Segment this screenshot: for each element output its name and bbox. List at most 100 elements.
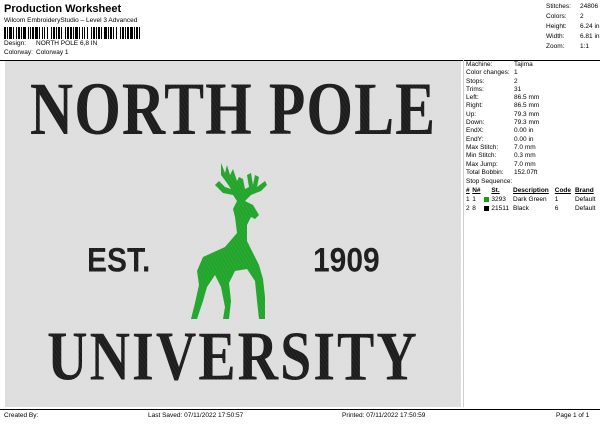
detail-row: Stops: 2 xyxy=(466,78,600,86)
table-body: 1 1 3293 Dark Green 1 Default 2 8 21511 Black 6 Def… xyxy=(466,195,600,213)
panel-divider xyxy=(463,60,464,407)
color-swatch-cell xyxy=(483,204,492,213)
design-row: Design: NORTH POLE 6,8 IN xyxy=(4,39,454,48)
last-saved: Last Saved: 07/11/2022 17:50:57 xyxy=(148,412,244,419)
detail-label: Max Stitch: xyxy=(466,143,499,151)
table-cell: 1 xyxy=(472,196,476,204)
width-row: Width: 6.81 in xyxy=(546,32,600,42)
worksheet-header: Production Worksheet Wilcom EmbroiderySt… xyxy=(4,2,454,57)
colors-value: 2 xyxy=(580,13,584,20)
colorway-label: Colorway: xyxy=(4,49,33,56)
zoom-label: Zoom: xyxy=(546,43,565,50)
detail-value: 79.3 mm xyxy=(514,119,540,127)
detail-value: 86.5 mm xyxy=(514,102,540,110)
table-header-cell: Code xyxy=(554,187,572,195)
detail-label: EndY: xyxy=(466,135,484,143)
stop-sequence-table: # N# St. Description Code Brand 1 1 3293 Dark Gr… xyxy=(466,186,600,213)
table-cell: 6 xyxy=(554,205,559,213)
detail-row: Min Stitch: 0.3 mm xyxy=(466,152,600,160)
width-label: Width: xyxy=(546,33,565,40)
detail-label: Up: xyxy=(466,110,477,118)
detail-value: 79.3 mm xyxy=(514,110,540,118)
table-cell: Black xyxy=(513,205,529,213)
color-swatch xyxy=(483,196,489,202)
stitches-label: Stitches: xyxy=(546,3,571,10)
table-cell: 8 xyxy=(472,205,476,213)
detail-value: 31 xyxy=(514,85,522,93)
detail-row: EndY: 0.00 in xyxy=(466,136,600,144)
height-value: 6.24 in xyxy=(580,23,600,30)
detail-label: Min Stitch: xyxy=(466,152,497,160)
table-header-row: # N# St. Description Code Brand xyxy=(466,186,600,195)
detail-value: 2 xyxy=(514,77,518,85)
detail-row: Right: 86.5 mm xyxy=(466,102,600,110)
detail-label: Stops: xyxy=(466,77,485,85)
software-subtitle: Wilcom EmbroideryStudio – Level 3 Advanc… xyxy=(4,17,138,24)
detail-value: Tajima xyxy=(514,61,533,68)
detail-row: Trims: 31 xyxy=(466,86,600,94)
table-header-cell: N# xyxy=(472,187,481,195)
color-swatch-cell xyxy=(483,195,492,204)
table-header-cell xyxy=(484,186,492,195)
detail-value: 0.00 in xyxy=(514,127,534,135)
table-cell: Default xyxy=(574,196,596,204)
detail-row: Left: 86.5 mm xyxy=(466,94,600,102)
summary-panel: Stitches: 24806 Colors: 2 Height: 6.24 in W… xyxy=(546,2,600,52)
table-cell: 3293 xyxy=(491,196,506,204)
design-text-est: EST. xyxy=(87,241,151,280)
barcode-bar xyxy=(140,27,142,39)
stop-sequence-title: Stop Sequence: xyxy=(466,178,513,186)
design-text-north-pole: NORTH POLE xyxy=(29,67,437,151)
design-preview: NORTH POLE EST. 1909 UNIVERSITY xyxy=(5,61,461,407)
table-row: 2 8 21511 Black 6 Default xyxy=(466,204,600,213)
detail-label: Trims: xyxy=(466,85,484,93)
colorway-row: Colorway: Colorway 1 xyxy=(4,48,454,57)
design-text-year: 1909 xyxy=(313,241,380,280)
details-list: Machine: Tajima Color changes: 1 Stops: 2 Trim… xyxy=(466,61,600,177)
table-header-cell: St. xyxy=(491,187,500,195)
zoom-value: 1:1 xyxy=(580,43,590,50)
colors-label: Colors: xyxy=(546,13,567,20)
color-swatch xyxy=(483,205,489,211)
detail-value: 152.07ft xyxy=(514,168,538,176)
detail-label: Right: xyxy=(466,102,483,110)
detail-value: 0.00 in xyxy=(514,135,534,143)
detail-row: Down: 79.3 mm xyxy=(466,119,600,127)
detail-label: Color changes: xyxy=(466,69,510,77)
detail-value: 7.0 mm xyxy=(514,160,536,168)
design-value: NORTH POLE 6,8 IN xyxy=(36,40,98,47)
detail-row: Up: 79.3 mm xyxy=(466,111,600,119)
detail-label: EndX: xyxy=(466,127,484,135)
table-cell: Default xyxy=(574,205,596,213)
printed-date: Printed: 07/11/2022 17:50:59 xyxy=(342,412,426,419)
detail-row: Max Stitch: 7.0 mm xyxy=(466,144,600,152)
detail-value: 0.3 mm xyxy=(514,152,536,160)
detail-label: Left: xyxy=(466,94,479,102)
detail-row: Total Bobbin: 152.07ft xyxy=(466,169,600,177)
barcode xyxy=(4,27,242,39)
detail-label: Max Jump: xyxy=(466,160,498,168)
machine-details-panel: Machine: Tajima Color changes: 1 Stops: 2 Trim… xyxy=(466,61,600,213)
detail-label: Total Bobbin: xyxy=(466,168,504,176)
detail-value: 86.5 mm xyxy=(514,94,540,102)
table-cell: Dark Green xyxy=(513,196,547,204)
detail-row: Max Jump: 7.0 mm xyxy=(466,161,600,169)
table-cell: 1 xyxy=(554,196,559,204)
detail-label: Machine: xyxy=(466,61,493,68)
detail-label: Down: xyxy=(466,119,485,127)
design-text-university: UNIVERSITY xyxy=(47,318,419,396)
height-row: Height: 6.24 in xyxy=(546,22,600,32)
detail-row: Machine: Tajima xyxy=(466,61,600,69)
page-title: Production Worksheet xyxy=(4,3,122,15)
colors-row: Colors: 2 xyxy=(546,12,600,22)
table-row: 1 1 3293 Dark Green 1 Default xyxy=(466,195,600,204)
table-header-cell: Brand xyxy=(574,187,594,195)
page-number: Page 1 of 1 xyxy=(556,412,590,419)
detail-value: 1 xyxy=(514,69,518,77)
detail-row: EndX: 0.00 in xyxy=(466,127,600,135)
created-by: Created By: xyxy=(4,412,39,419)
height-label: Height: xyxy=(546,23,567,30)
colorway-value: Colorway 1 xyxy=(36,49,69,56)
detail-value: 7.0 mm xyxy=(514,143,536,151)
detail-row: Color changes: 1 xyxy=(466,69,600,77)
